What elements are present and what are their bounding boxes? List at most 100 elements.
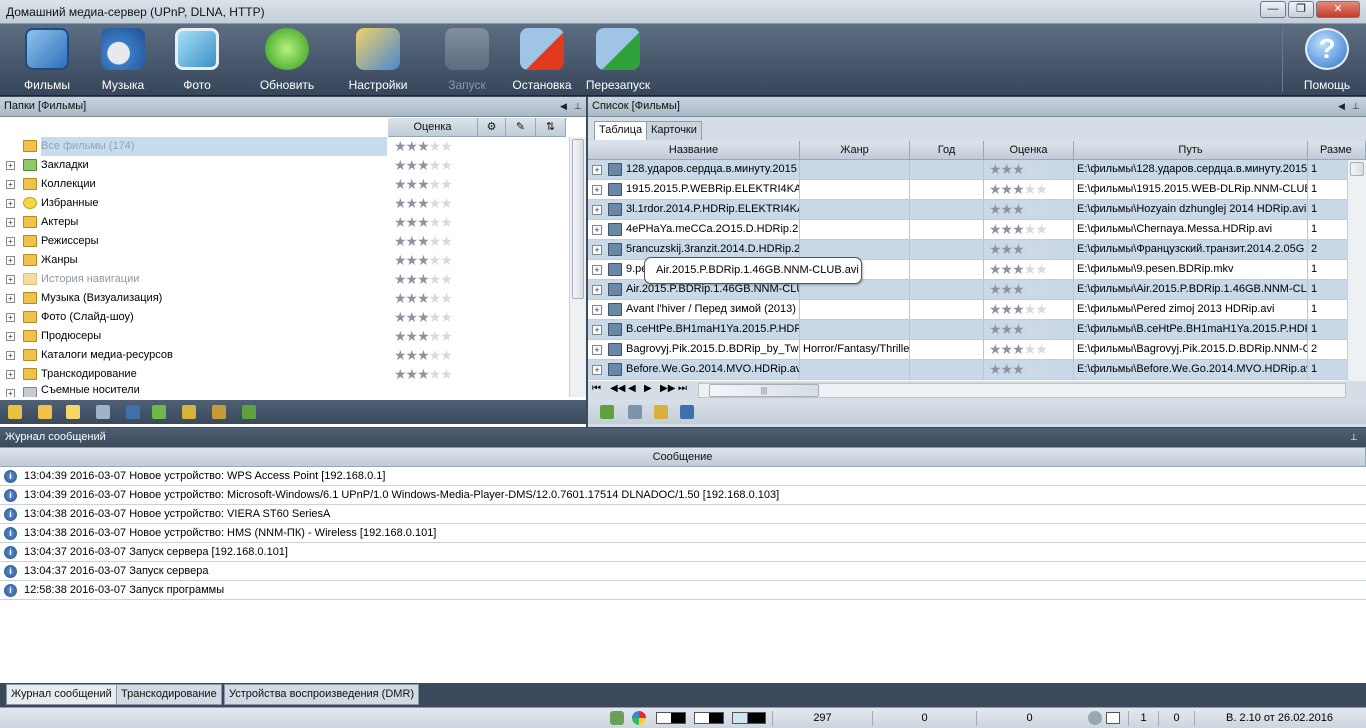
column-rating[interactable]: Оценка [984,141,1074,160]
path-cell[interactable]: E:\фильмы\Французский.транзит.2014.2.05G [1074,240,1308,259]
first-record-icon[interactable]: ⏮ [592,383,601,394]
tab-dmr-devices[interactable]: Устройства воспроизведения (DMR) [224,684,420,705]
rating-cell[interactable]: ★★★★★ [984,260,1074,279]
next-record-icon[interactable]: ▶ [644,383,652,394]
film-name-cell[interactable]: + B.ceHtPe.BH1maH1Ya.2015.P.HDR [588,320,800,339]
sort-icon[interactable] [600,405,614,419]
table-row[interactable]: +1915.2015.P.WEBRip.ELEKTRI4KA. ★★★★★ E:\ф… [588,180,1366,200]
log-row[interactable]: i 13:04:38 2016-03-07 Новое устройство: V… [0,505,1366,524]
folder-tree-scrollbar[interactable] [569,137,586,397]
tree-item-all-films[interactable]: Все фильмы (174) ★★★★★ [0,137,586,156]
rating-cell[interactable]: ★★★★★ [984,160,1074,179]
actors-column-icon[interactable]: ⚙ [478,118,506,137]
expand-icon[interactable]: + [6,161,15,170]
close-button[interactable]: ✕ [1316,1,1360,18]
expand-icon[interactable]: + [592,165,602,175]
size-cell[interactable]: 1 [1308,220,1348,239]
rating-cell[interactable]: ★★★★★ [984,360,1074,379]
tab-transcoding[interactable]: Транскодирование [116,684,222,705]
tab-table[interactable]: Таблица [594,121,648,140]
film-name-cell[interactable]: +4ePHaYa.meCCa.2O15.D.HDRip.21 [588,220,800,239]
expand-icon[interactable]: + [592,245,602,255]
size-cell[interactable]: 1 [1308,260,1348,279]
rating-stars[interactable]: ★★★★★ [989,240,1048,258]
expand-icon[interactable]: + [592,325,602,335]
tree-item-producers[interactable]: + Продюсеры ★★★★★ [0,327,586,346]
film-name-cell[interactable]: +3l.1rdor.2014.P.HDRip.ELEKTRI4KA [588,200,800,219]
column-year[interactable]: Год [910,141,984,160]
rating-stars[interactable]: ★★★★★ [394,270,453,288]
tree-item-directors[interactable]: + Режиссеры ★★★★★ [0,232,586,251]
expand-icon[interactable]: + [592,345,602,355]
expand-icon[interactable]: + [6,389,15,397]
column-genre[interactable]: Жанр [800,141,910,160]
rating-stars[interactable]: ★★★★★ [394,289,453,307]
expand-icon[interactable]: + [592,185,602,195]
expand-icon[interactable]: + [592,365,602,375]
rating-stars[interactable]: ★★★★★ [989,220,1048,238]
sort-column-icon[interactable]: ⇅ [536,118,566,137]
year-cell[interactable] [910,340,984,359]
path-cell[interactable]: E:\фильмы\B.ceHtPe.BH1maH1Ya.2015.P.HDRi [1074,320,1308,339]
path-cell[interactable]: E:\фильмы\Hozyain dzhunglej 2014 HDRip.a… [1074,200,1308,219]
films-button[interactable]: Фильмы [14,24,80,96]
expand-icon[interactable]: + [592,305,602,315]
color-wheel-icon[interactable] [632,711,646,725]
rating-cell[interactable]: ★★★★★ [984,320,1074,339]
expand-icon[interactable]: + [592,285,602,295]
table-row[interactable]: + B.ceHtPe.BH1maH1Ya.2015.P.HDR ★★★★★ E:\фи… [588,320,1366,340]
table-row[interactable]: +4ePHaYa.meCCa.2O15.D.HDRip.21 ★★★★★ E:\фи… [588,220,1366,240]
network-icon[interactable] [610,711,624,725]
rating-stars[interactable]: ★★★★★ [989,340,1048,358]
grid-icon[interactable] [96,405,110,419]
rating-stars[interactable]: ★★★★★ [394,194,453,212]
year-cell[interactable] [910,280,984,299]
tree-item-photo-slideshow[interactable]: + Фото (Слайд-шоу) ★★★★★ [0,308,586,327]
column-size[interactable]: Разме [1308,141,1366,160]
edit-record-icon[interactable] [654,405,668,419]
table-row[interactable]: + Bagrovyj.Pik.2015.D.BDRip_by_Tw Horror/F… [588,340,1366,360]
year-cell[interactable] [910,260,984,279]
photo-button[interactable]: Фото [164,24,230,96]
size-cell[interactable]: 1 [1308,180,1348,199]
rating-cell[interactable]: ★★★★★ [984,300,1074,319]
help-button[interactable]: ? Помощь [1292,24,1362,96]
save-icon[interactable] [126,405,140,419]
expand-icon[interactable]: + [6,199,15,208]
expand-icon[interactable]: + [592,225,602,235]
rating-stars[interactable]: ★★★★★ [394,327,453,345]
rating-stars[interactable]: ★★★★★ [394,232,453,250]
path-cell[interactable]: E:\фильмы\128.ударов.сердца.в.минуту.201… [1074,160,1308,179]
log-row[interactable]: i 13:04:37 2016-03-07 Запуск сервера [0,562,1366,581]
film-table-scrollbar[interactable] [1347,160,1366,381]
key-column-icon[interactable]: ✎ [506,118,536,137]
year-cell[interactable] [910,220,984,239]
color-swatch-3[interactable] [732,712,766,724]
size-cell[interactable]: 1 [1308,280,1348,299]
expand-icon[interactable]: + [6,294,15,303]
expand-icon[interactable]: + [6,256,15,265]
rating-cell[interactable]: ★★★★★ [984,180,1074,199]
people-icon[interactable] [212,405,226,419]
rating-stars[interactable]: ★★★★★ [989,260,1048,278]
user-icon[interactable] [1088,711,1102,725]
tree-item-collections[interactable]: + Коллекции ★★★★★ [0,175,586,194]
rating-column-header[interactable]: Оценка [388,118,478,137]
new-folder-icon[interactable] [38,405,52,419]
size-cell[interactable]: 2 [1308,240,1348,259]
tree-item-actors[interactable]: + Актеры ★★★★★ [0,213,586,232]
year-cell[interactable] [910,180,984,199]
year-cell[interactable] [910,360,984,379]
table-row[interactable]: + Before.We.Go.2014.MVO.HDRip.avi ★★★★★ E:\… [588,360,1366,380]
key-icon[interactable] [182,405,196,419]
log-row[interactable]: i 13:04:37 2016-03-07 Запуск сервера [192… [0,543,1366,562]
expand-icon[interactable]: + [6,332,15,341]
expand-icon[interactable]: + [6,275,15,284]
restart-button[interactable]: Перезапуск [582,24,654,96]
rating-cell[interactable]: ★★★★★ [984,200,1074,219]
minimize-button[interactable]: — [1260,1,1286,18]
path-cell[interactable]: E:\фильмы\9.pesen.BDRip.mkv [1074,260,1308,279]
path-cell[interactable]: E:\фильмы\Chernaya.Messa.HDRip.avi [1074,220,1308,239]
size-cell[interactable]: 2 [1308,340,1348,359]
genre-cell[interactable]: Horror/Fantasy/Thrille [800,340,910,359]
